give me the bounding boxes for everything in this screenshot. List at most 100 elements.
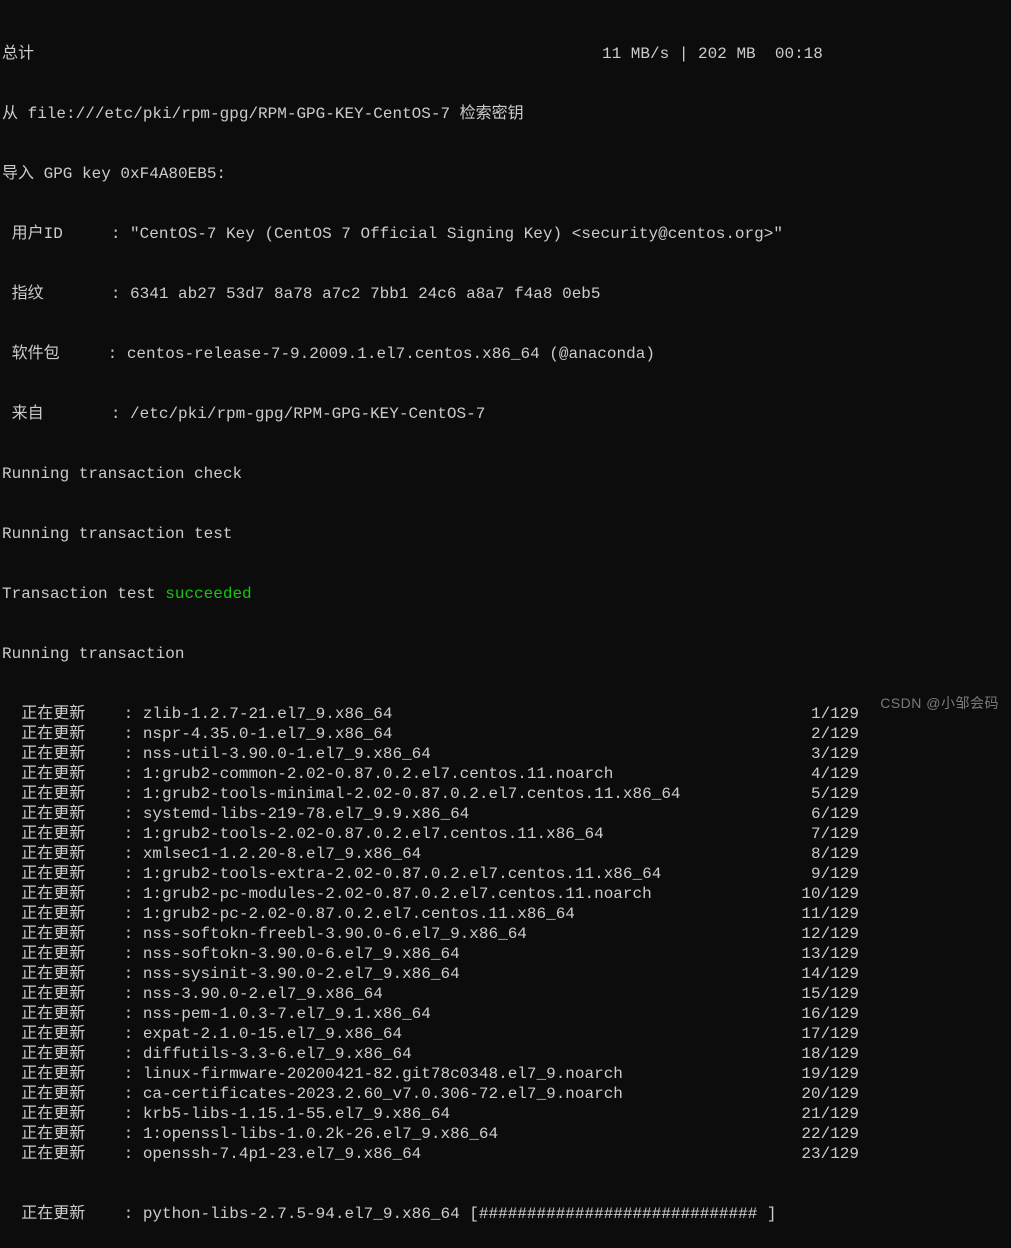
user-id-line: 用户ID : "CentOS-7 Key (CentOS 7 Official … [2,224,1009,244]
package-name: 1:grub2-pc-2.02-0.87.0.2.el7.centos.11.x… [143,905,575,923]
progress-count: 14/129 [801,964,859,984]
current-update-line: 正在更新 : python-libs-2.7.5-94.el7_9.x86_64… [2,1204,1009,1224]
update-row: 正在更新 : nspr-4.35.0-1.el7_9.x86_64 2/129 [2,724,1009,744]
update-label: 正在更新 : [2,1145,143,1163]
progress-count: 12/129 [801,924,859,944]
update-row: 正在更新 : nss-sysinit-3.90.0-2.el7_9.x86_64… [2,964,1009,984]
package-name: nspr-4.35.0-1.el7_9.x86_64 [143,725,393,743]
update-row: 正在更新 : expat-2.1.0-15.el7_9.x86_64 17/129 [2,1024,1009,1044]
package-name: nss-3.90.0-2.el7_9.x86_64 [143,985,383,1003]
update-row: 正在更新 : 1:grub2-pc-modules-2.02-0.87.0.2.… [2,884,1009,904]
progress-count: 16/129 [801,1004,859,1024]
update-label: 正在更新 : [2,1085,143,1103]
progress-count: 18/129 [801,1044,859,1064]
package-name: expat-2.1.0-15.el7_9.x86_64 [143,1025,402,1043]
package-name: linux-firmware-20200421-82.git78c0348.el… [143,1065,623,1083]
update-row: 正在更新 : nss-3.90.0-2.el7_9.x86_6415/129 [2,984,1009,1004]
update-row: 正在更新 : zlib-1.2.7-21.el7_9.x86_64 1/129 [2,704,1009,724]
progress-count: 10/129 [801,884,859,904]
watermark: CSDN @小邹会码 [880,693,999,713]
progress-count: 13/129 [801,944,859,964]
package-name: 1:grub2-tools-minimal-2.02-0.87.0.2.el7.… [143,785,681,803]
update-label: 正在更新 : [2,725,143,743]
update-label: 正在更新 : [2,805,143,823]
progress-count: 6/129 [811,804,859,824]
package-name: krb5-libs-1.15.1-55.el7_9.x86_64 [143,1105,450,1123]
update-row: 正在更新 : 1:grub2-pc-2.02-0.87.0.2.el7.cent… [2,904,1009,924]
update-row: 正在更新 : ca-certificates-2023.2.60_v7.0.30… [2,1084,1009,1104]
update-label: 正在更新 : [2,1065,143,1083]
update-row: 正在更新 : linux-firmware-20200421-82.git78c… [2,1064,1009,1084]
current-package: python-libs-2.7.5-94.el7_9.x86_64 [143,1205,469,1223]
package-name: openssh-7.4p1-23.el7_9.x86_64 [143,1145,421,1163]
progress-count: 19/129 [801,1064,859,1084]
update-label: 正在更新 : [2,825,143,843]
progress-count: 3/129 [811,744,859,764]
total-label: 总计 [2,45,34,63]
update-label: 正在更新 : [2,905,143,923]
progress-count: 8/129 [811,844,859,864]
update-row: 正在更新 : 1:grub2-tools-extra-2.02-0.87.0.2… [2,864,1009,884]
update-row: 正在更新 : nss-softokn-3.90.0-6.el7_9.x86_64… [2,944,1009,964]
update-row: 正在更新 : nss-pem-1.0.3-7.el7_9.1.x86_6416/… [2,1004,1009,1024]
update-row: 正在更新 : krb5-libs-1.15.1-55.el7_9.x86_64 2… [2,1104,1009,1124]
package-name: systemd-libs-219-78.el7_9.9.x86_64 [143,805,469,823]
progress-count: 17/129 [801,1024,859,1044]
package-name: 1:grub2-pc-modules-2.02-0.87.0.2.el7.cen… [143,885,652,903]
update-label: 正在更新 : [2,945,143,963]
update-label: 正在更新 : [2,1125,143,1143]
package-name: 1:openssl-libs-1.0.2k-26.el7_9.x86_64 [143,1125,498,1143]
update-row: 正在更新 : xmlsec1-1.2.20-8.el7_9.x86_64 8/12… [2,844,1009,864]
package-name: 1:grub2-tools-2.02-0.87.0.2.el7.centos.1… [143,825,604,843]
package-name: diffutils-3.3-6.el7_9.x86_64 [143,1045,412,1063]
update-label: 正在更新 : [2,865,143,883]
update-label: 正在更新 : [2,845,143,863]
update-row: 正在更新 : 1:grub2-tools-minimal-2.02-0.87.0… [2,784,1009,804]
progress-count: 4/129 [811,764,859,784]
update-row: 正在更新 : nss-softokn-freebl-3.90.0-6.el7_9… [2,924,1009,944]
update-label: 正在更新 : [2,1025,143,1043]
update-label: 正在更新 : [2,745,143,763]
retrieve-key-line: 从 file:///etc/pki/rpm-gpg/RPM-GPG-KEY-Ce… [2,104,1009,124]
package-name: nss-pem-1.0.3-7.el7_9.1.x86_64 [143,1005,431,1023]
terminal-output[interactable]: 总计11 MB/s | 202 MB 00:18 从 file:///etc/p… [0,0,1011,1248]
progress-count: 20/129 [801,1084,859,1104]
package-name: nss-sysinit-3.90.0-2.el7_9.x86_64 [143,965,460,983]
transaction-check: Running transaction check [2,464,1009,484]
progress-count: 2/129 [811,724,859,744]
package-name: zlib-1.2.7-21.el7_9.x86_64 [143,705,393,723]
progress-count: 21/129 [801,1104,859,1124]
package-name: 1:grub2-tools-extra-2.02-0.87.0.2.el7.ce… [143,865,661,883]
package-name: xmlsec1-1.2.20-8.el7_9.x86_64 [143,845,421,863]
progress-bar: [############################# ] [469,1205,776,1223]
update-row: 正在更新 : 1:grub2-tools-2.02-0.87.0.2.el7.c… [2,824,1009,844]
transaction-test: Running transaction test [2,524,1009,544]
update-row: 正在更新 : 1:grub2-common-2.02-0.87.0.2.el7.… [2,764,1009,784]
update-row: 正在更新 : systemd-libs-219-78.el7_9.9.x86_6… [2,804,1009,824]
fingerprint-line: 指纹 : 6341 ab27 53d7 8a78 a7c2 7bb1 24c6 … [2,284,1009,304]
update-label: 正在更新 : [2,785,143,803]
update-label: 正在更新 : [2,965,143,983]
progress-count: 1/129 [811,704,859,724]
progress-count: 23/129 [801,1144,859,1164]
package-name: nss-softokn-freebl-3.90.0-6.el7_9.x86_64 [143,925,527,943]
update-row: 正在更新 : nss-util-3.90.0-1.el7_9.x86_64 3/1… [2,744,1009,764]
package-name: ca-certificates-2023.2.60_v7.0.306-72.el… [143,1085,623,1103]
progress-count: 15/129 [801,984,859,1004]
update-label: 正在更新 : [2,705,143,723]
transaction-test-result: Transaction test succeeded [2,584,1009,604]
update-label: 正在更新 : [2,925,143,943]
update-row: 正在更新 : openssh-7.4p1-23.el7_9.x86_64 23/1… [2,1144,1009,1164]
update-label: 正在更新 : [2,1045,143,1063]
update-row: 正在更新 : diffutils-3.3-6.el7_9.x86_64 18/12… [2,1044,1009,1064]
update-label: 正在更新 : [2,1105,143,1123]
from-line: 来自 : /etc/pki/rpm-gpg/RPM-GPG-KEY-CentOS… [2,404,1009,424]
package-name: nss-softokn-3.90.0-6.el7_9.x86_64 [143,945,460,963]
package-name: 1:grub2-common-2.02-0.87.0.2.el7.centos.… [143,765,613,783]
running-transaction: Running transaction [2,644,1009,664]
update-label: 正在更新 : [2,765,143,783]
package-line: 软件包 : centos-release-7-9.2009.1.el7.cent… [2,344,1009,364]
summary-line: 总计11 MB/s | 202 MB 00:18 [2,44,1009,64]
progress-count: 11/129 [801,904,859,924]
package-name: nss-util-3.90.0-1.el7_9.x86_64 [143,745,431,763]
